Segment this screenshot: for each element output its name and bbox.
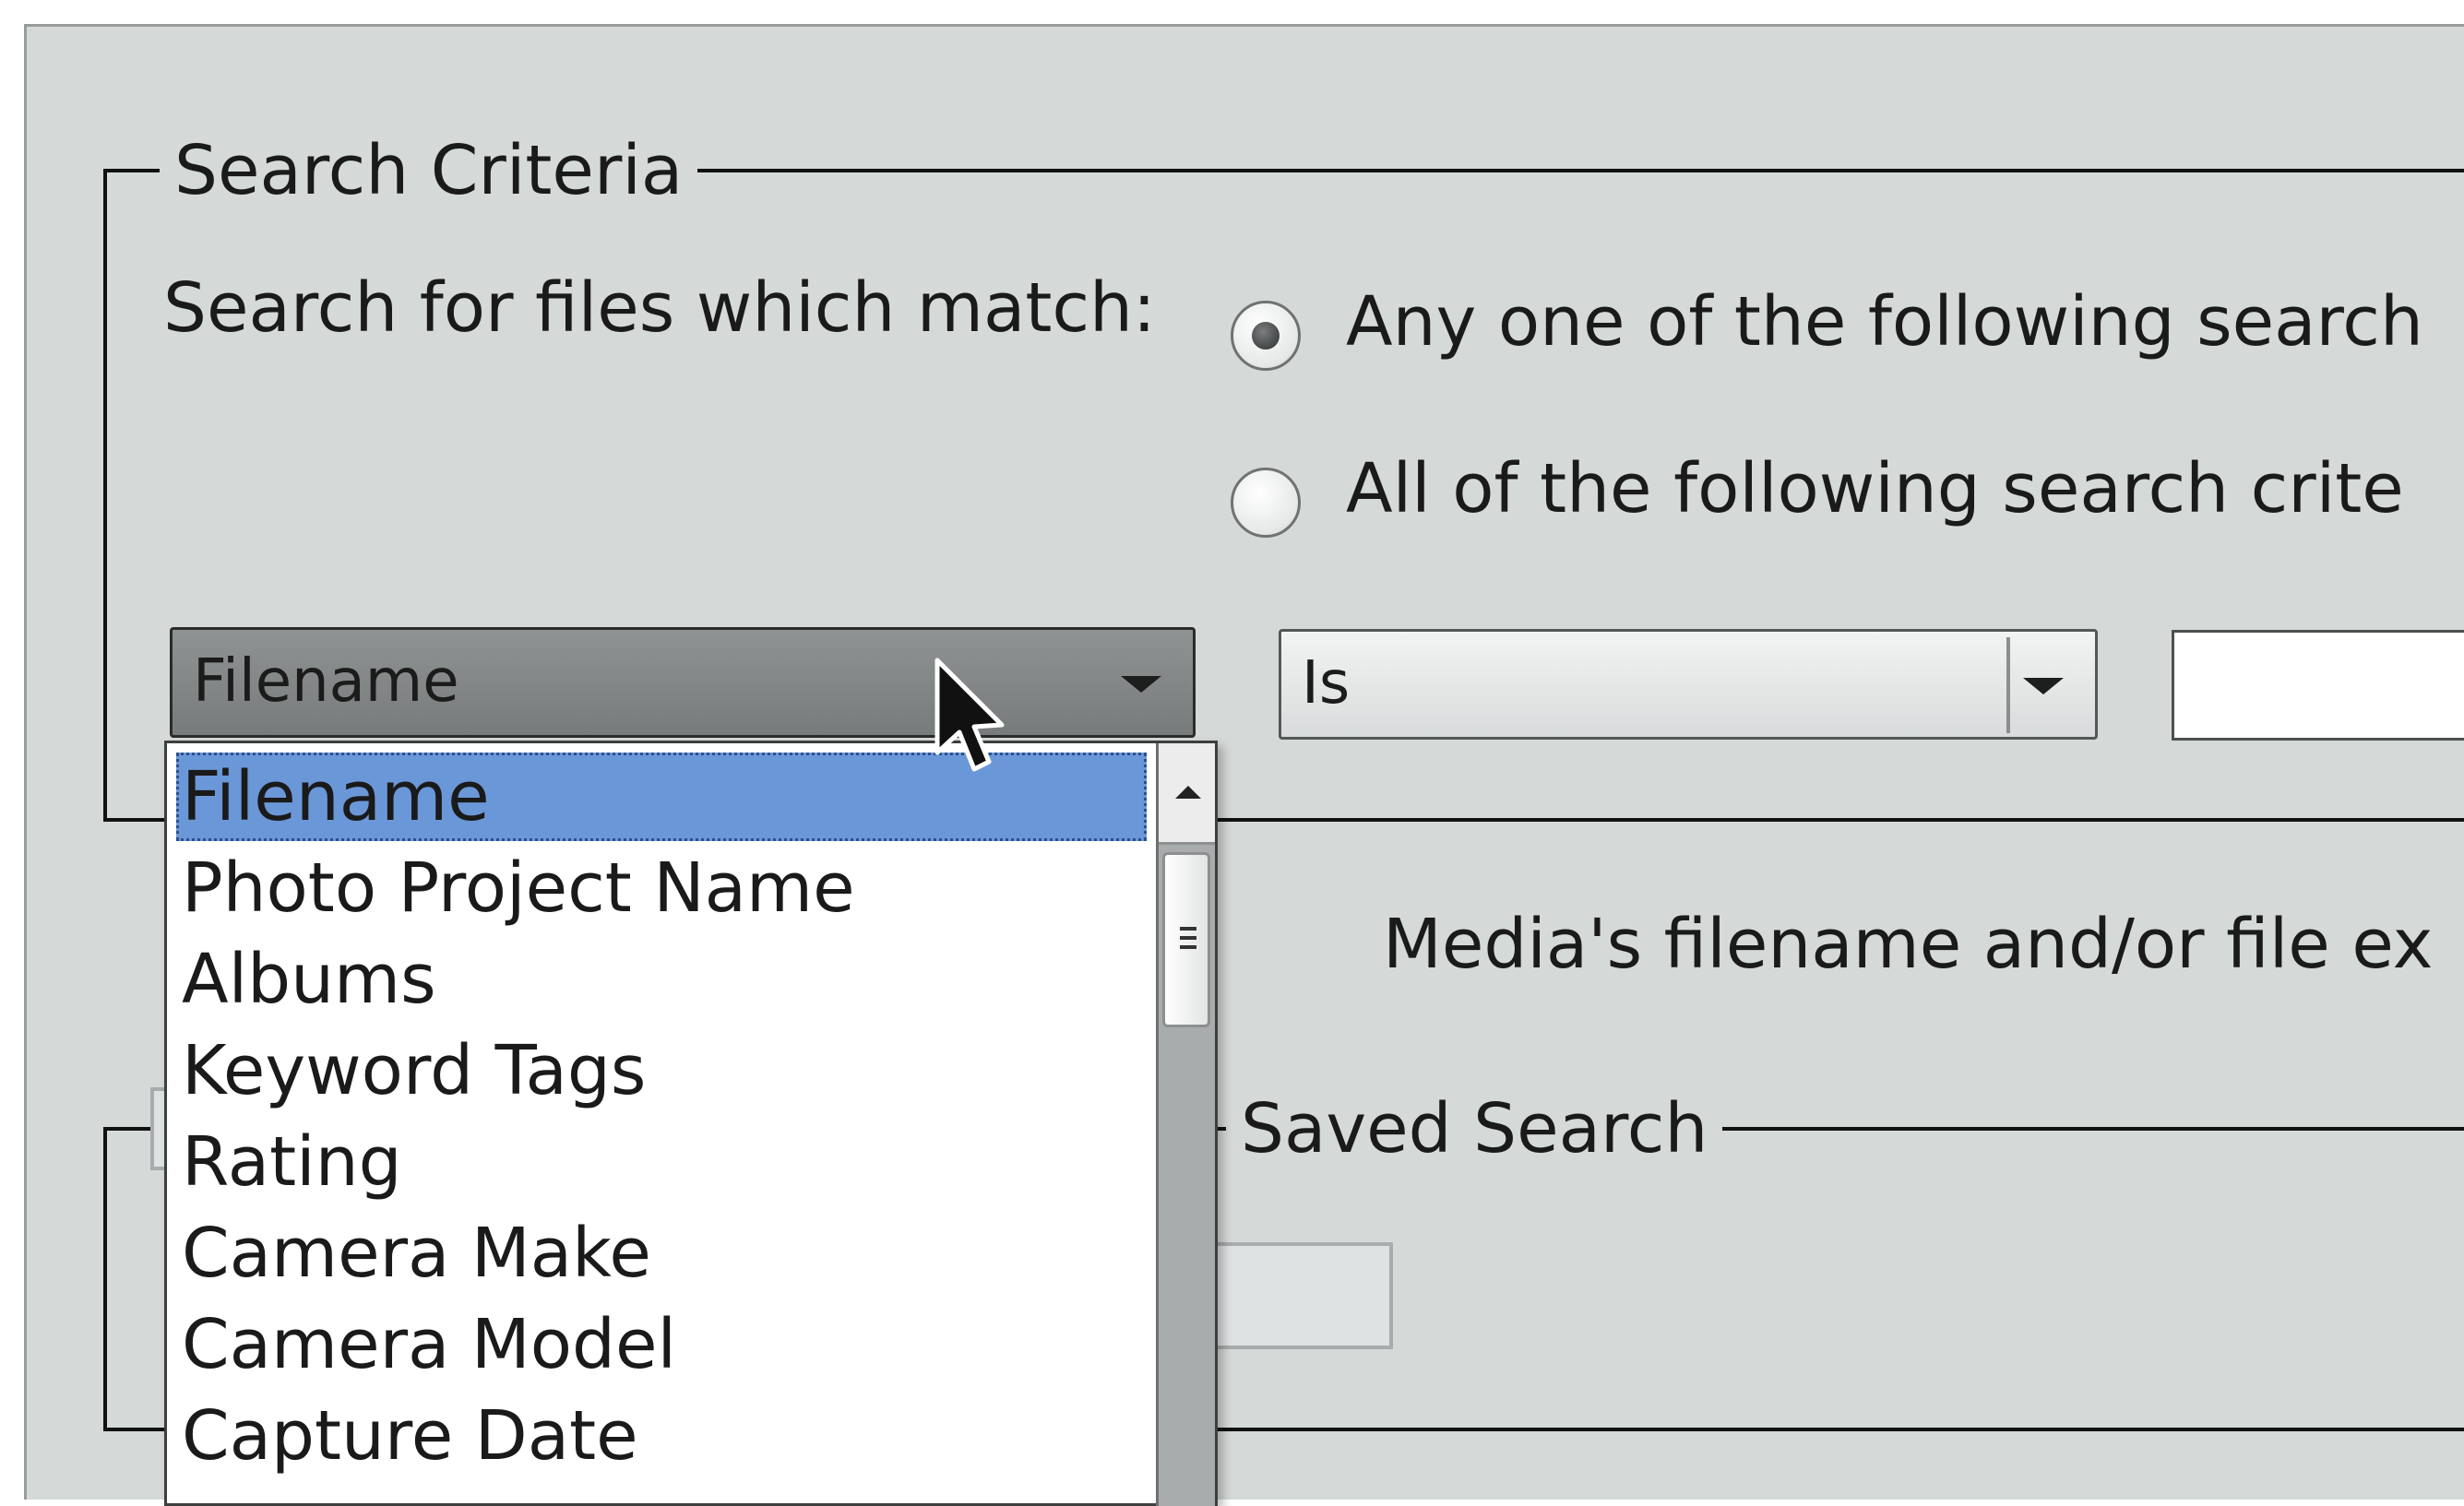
radio-any-one[interactable] xyxy=(1231,301,1301,371)
operator-select[interactable]: Is xyxy=(1279,629,2098,740)
search-criteria-legend: Search Criteria xyxy=(160,129,698,212)
field-select[interactable]: Filename xyxy=(170,627,1196,738)
mouse-pointer-icon xyxy=(934,658,1005,772)
saved-search-legend: Saved Search xyxy=(1226,1087,1723,1170)
dropdown-item-rating[interactable]: Rating xyxy=(176,1118,1147,1206)
select-divider xyxy=(2006,637,2010,733)
radio-all[interactable] xyxy=(1231,468,1301,538)
field-dropdown-list[interactable]: Filename Photo Project Name Albums Keywo… xyxy=(164,741,1218,1506)
field-select-value: Filename xyxy=(193,647,459,716)
dropdown-item-camera-make[interactable]: Camera Make xyxy=(176,1209,1147,1298)
dropdown-item-keyword-tags[interactable]: Keyword Tags xyxy=(176,1026,1147,1115)
scroll-up-arrow-icon xyxy=(1175,786,1201,799)
radio-selected-dot xyxy=(1252,322,1280,350)
scroll-up-button[interactable] xyxy=(1159,743,1215,845)
operator-select-value: Is xyxy=(1302,649,1351,717)
description-text: Media's filename and/or file ex xyxy=(1383,905,2434,984)
chevron-down-icon xyxy=(1121,676,1161,693)
match-label: Search for files which match: xyxy=(163,268,1156,348)
radio-any-one-label[interactable]: Any one of the following search xyxy=(1346,280,2423,363)
dropdown-item-capture-date[interactable]: Capture Date xyxy=(176,1392,1147,1480)
dropdown-item-camera-model[interactable]: Camera Model xyxy=(176,1300,1147,1389)
grip-icon xyxy=(1180,927,1196,931)
value-input[interactable] xyxy=(2172,630,2464,741)
radio-all-label[interactable]: All of the following search crite xyxy=(1346,447,2404,530)
dropdown-item-albums[interactable]: Albums xyxy=(176,935,1147,1024)
dropdown-item-photo-project-name[interactable]: Photo Project Name xyxy=(176,844,1147,932)
dropdown-scrollbar[interactable] xyxy=(1156,743,1215,1506)
chevron-down-icon xyxy=(2023,678,2064,694)
scroll-thumb[interactable] xyxy=(1162,852,1210,1027)
